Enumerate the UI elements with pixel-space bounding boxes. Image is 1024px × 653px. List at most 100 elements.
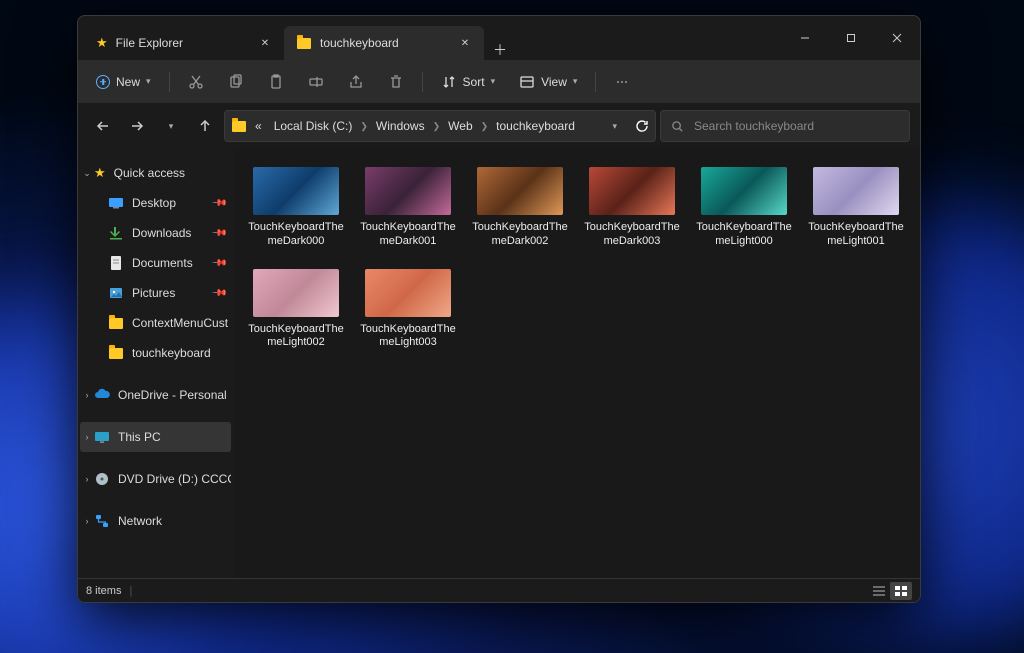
file-item[interactable]: TouchKeyboardThemeLight003 xyxy=(359,266,457,354)
navigation-row: ▾ « Local Disk (C:) ❯ Windows ❯ Web ❯ to… xyxy=(78,104,920,148)
sidebar-item-folder[interactable]: touchkeyboard xyxy=(80,338,231,368)
breadcrumb-item[interactable]: Web xyxy=(444,119,476,133)
delete-button[interactable] xyxy=(378,66,414,98)
disc-icon xyxy=(94,471,110,487)
file-item[interactable]: TouchKeyboardThemeDark002 xyxy=(471,164,569,252)
sidebar-label: DVD Drive (D:) CCCO xyxy=(118,472,231,486)
navigation-pane: ⌄ ★ Quick access Desktop 📌 Downloads 📌 D… xyxy=(78,148,233,578)
up-button[interactable] xyxy=(190,111,220,141)
desktop-icon xyxy=(108,195,124,211)
sidebar-item-dvd[interactable]: › DVD Drive (D:) CCCO xyxy=(80,464,231,494)
tab-label: File Explorer xyxy=(116,36,183,50)
thumbnail-image xyxy=(253,167,339,215)
refresh-icon[interactable] xyxy=(635,119,649,133)
new-button[interactable]: New ▾ xyxy=(86,66,161,98)
chevron-right-icon[interactable]: › xyxy=(82,432,92,442)
thumbnails-view-button[interactable] xyxy=(890,582,912,600)
view-button[interactable]: View ▾ xyxy=(509,66,587,98)
recent-dropdown[interactable]: ▾ xyxy=(156,111,186,141)
sidebar-label: Network xyxy=(118,514,162,528)
close-button[interactable] xyxy=(874,16,920,60)
file-item[interactable]: TouchKeyboardThemeLight001 xyxy=(807,164,905,252)
sidebar-item-downloads[interactable]: Downloads 📌 xyxy=(80,218,231,248)
file-name: TouchKeyboardThemeLight003 xyxy=(360,323,456,351)
sidebar-item-onedrive[interactable]: › OneDrive - Personal xyxy=(80,380,231,410)
tab-file-explorer[interactable]: ★ File Explorer ✕ xyxy=(84,26,284,60)
separator xyxy=(422,72,423,92)
separator xyxy=(595,72,596,92)
more-button[interactable] xyxy=(604,66,640,98)
tab-touchkeyboard[interactable]: touchkeyboard ✕ xyxy=(284,26,484,60)
sidebar-label: Pictures xyxy=(132,286,175,300)
breadcrumb-item[interactable]: Windows xyxy=(372,119,429,133)
search-box[interactable] xyxy=(660,110,910,142)
item-count: 8 items xyxy=(86,585,121,597)
cut-button[interactable] xyxy=(178,66,214,98)
cloud-icon xyxy=(94,387,110,403)
file-item[interactable]: TouchKeyboardThemeDark000 xyxy=(247,164,345,252)
address-bar[interactable]: « Local Disk (C:) ❯ Windows ❯ Web ❯ touc… xyxy=(224,110,656,142)
paste-button[interactable] xyxy=(258,66,294,98)
thumbnail-image xyxy=(701,167,787,215)
copy-button[interactable] xyxy=(218,66,254,98)
pin-icon: 📌 xyxy=(210,255,227,272)
sidebar-label: Quick access xyxy=(114,166,185,180)
chevron-right-icon: ❯ xyxy=(481,121,489,132)
downloads-icon xyxy=(108,225,124,241)
sidebar-item-quickaccess[interactable]: ⌄ ★ Quick access xyxy=(80,158,231,188)
chevron-right-icon[interactable]: › xyxy=(82,390,92,400)
chevron-down-icon[interactable]: ⌄ xyxy=(82,168,92,179)
chevron-right-icon[interactable]: › xyxy=(82,516,92,526)
pin-icon: 📌 xyxy=(210,285,227,302)
back-button[interactable] xyxy=(88,111,118,141)
file-name: TouchKeyboardThemeLight000 xyxy=(696,221,792,249)
file-item[interactable]: TouchKeyboardThemeDark001 xyxy=(359,164,457,252)
file-name: TouchKeyboardThemeDark002 xyxy=(472,221,568,249)
close-icon[interactable]: ✕ xyxy=(256,34,274,52)
star-icon: ★ xyxy=(94,165,106,181)
folder-icon xyxy=(108,345,124,361)
file-item[interactable]: TouchKeyboardThemeLight002 xyxy=(247,266,345,354)
sidebar-item-thispc[interactable]: › This PC xyxy=(80,422,231,452)
breadcrumb-item[interactable]: touchkeyboard xyxy=(492,119,579,133)
share-button[interactable] xyxy=(338,66,374,98)
minimize-button[interactable] xyxy=(782,16,828,60)
pin-icon: 📌 xyxy=(210,195,227,212)
sidebar-item-pictures[interactable]: Pictures 📌 xyxy=(80,278,231,308)
sort-button[interactable]: Sort ▾ xyxy=(431,66,506,98)
content-pane[interactable]: TouchKeyboardThemeDark000 TouchKeyboardTh… xyxy=(233,148,920,578)
sidebar-item-documents[interactable]: Documents 📌 xyxy=(80,248,231,278)
close-icon[interactable]: ✕ xyxy=(456,34,474,52)
rename-button[interactable] xyxy=(298,66,334,98)
sidebar-item-folder[interactable]: ContextMenuCust xyxy=(80,308,231,338)
separator xyxy=(169,72,170,92)
search-icon xyxy=(671,120,684,133)
sidebar-label: Desktop xyxy=(132,196,176,210)
file-name: TouchKeyboardThemeLight001 xyxy=(808,221,904,249)
pictures-icon xyxy=(108,285,124,301)
details-view-button[interactable] xyxy=(868,582,890,600)
thumbnail-image xyxy=(365,269,451,317)
breadcrumb-overflow[interactable]: « xyxy=(251,119,266,133)
sidebar-label: Documents xyxy=(132,256,193,270)
thispc-icon xyxy=(94,429,110,445)
sort-icon xyxy=(441,74,457,90)
thumbnail-image xyxy=(813,167,899,215)
forward-button[interactable] xyxy=(122,111,152,141)
chevron-right-icon[interactable]: › xyxy=(82,474,92,484)
sidebar-label: This PC xyxy=(118,430,161,444)
file-name: TouchKeyboardThemeDark000 xyxy=(248,221,344,249)
file-grid: TouchKeyboardThemeDark000 TouchKeyboardTh… xyxy=(247,164,910,353)
file-item[interactable]: TouchKeyboardThemeDark003 xyxy=(583,164,681,252)
file-item[interactable]: TouchKeyboardThemeLight000 xyxy=(695,164,793,252)
folder-icon xyxy=(231,118,247,134)
sidebar-item-desktop[interactable]: Desktop 📌 xyxy=(80,188,231,218)
sidebar-item-network[interactable]: › Network xyxy=(80,506,231,536)
breadcrumb-item[interactable]: Local Disk (C:) xyxy=(270,119,357,133)
network-icon xyxy=(94,513,110,529)
thumbnail-image xyxy=(477,167,563,215)
chevron-down-icon[interactable]: ▾ xyxy=(612,121,617,132)
search-input[interactable] xyxy=(692,118,899,134)
maximize-button[interactable] xyxy=(828,16,874,60)
add-tab-button[interactable]: ＋ xyxy=(484,40,516,60)
